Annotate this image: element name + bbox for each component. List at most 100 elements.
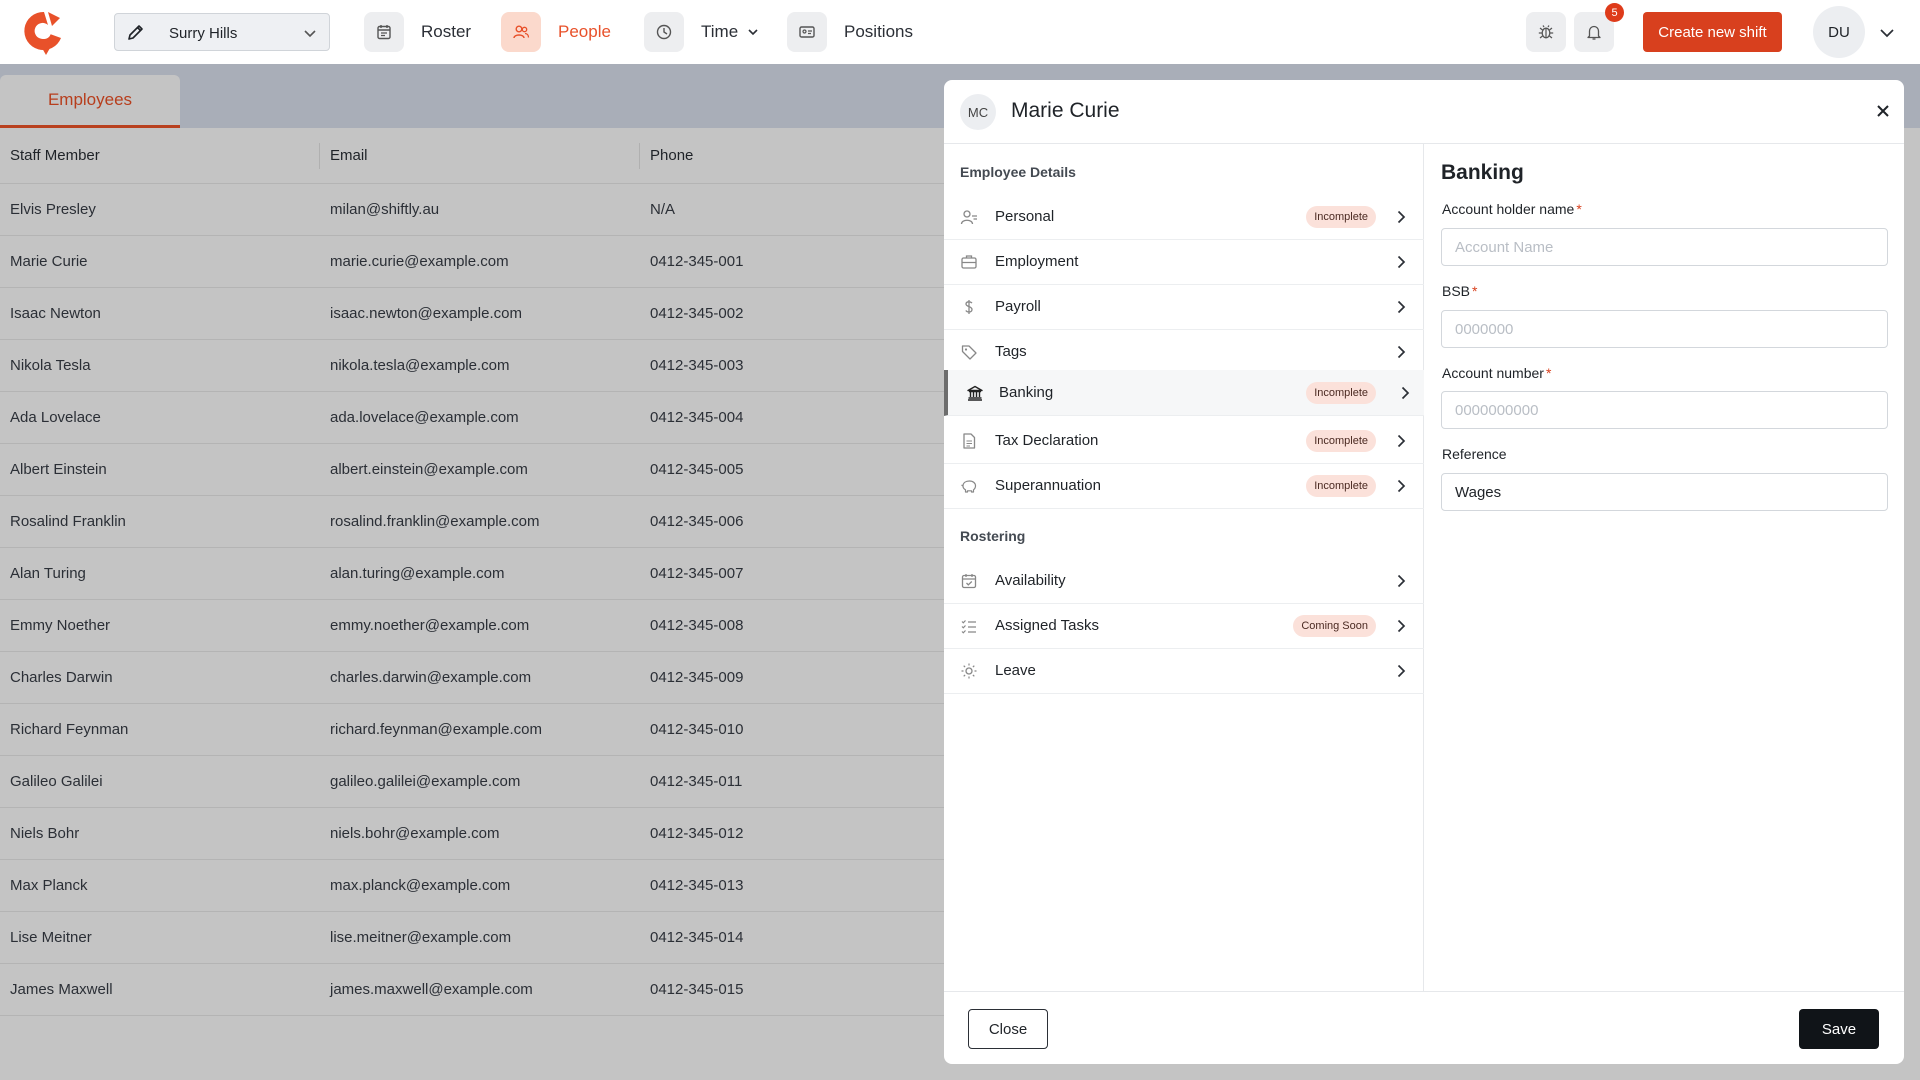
menu-item-assigned-tasks[interactable]: Assigned Tasks Coming Soon <box>944 603 1424 649</box>
chevron-right-icon <box>1397 664 1406 677</box>
email-cell: charles.darwin@example.com <box>330 669 532 686</box>
menu-item-label: Tax Declaration <box>995 432 1099 449</box>
nav-time[interactable]: Time <box>644 12 760 52</box>
email-cell: alan.turing@example.com <box>330 565 505 582</box>
chevron-right-icon <box>1397 479 1406 492</box>
staff-member-cell: Isaac Newton <box>10 305 101 322</box>
table-row[interactable]: Ada Lovelace ada.lovelace@example.com 0412… <box>0 392 944 444</box>
menu-item-personal[interactable]: Personal Incomplete <box>944 194 1424 240</box>
staff-member-cell: Richard Feynman <box>10 721 129 738</box>
staff-member-cell: Elvis Presley <box>10 201 96 218</box>
email-cell: nikola.tesla@example.com <box>330 357 510 374</box>
phone-cell: 0412-345-003 <box>650 357 744 374</box>
nav-people-label: People <box>558 22 611 41</box>
table-row[interactable]: Nikola Tesla nikola.tesla@example.com 0412… <box>0 340 944 392</box>
phone-cell: 0412-345-004 <box>650 409 744 426</box>
table-row[interactable]: Elvis Presley milan@shiftly.au N/A <box>0 184 944 236</box>
menu-item-employment[interactable]: Employment <box>944 239 1424 285</box>
table-row[interactable]: Albert Einstein albert.einstein@example.c… <box>0 444 944 496</box>
menu-item-payroll[interactable]: Payroll <box>944 284 1424 330</box>
id-card-icon <box>799 26 815 38</box>
table-row[interactable]: Richard Feynman richard.feynman@example.c… <box>0 704 944 756</box>
employee-name: Marie Curie <box>1011 99 1120 122</box>
nav-positions[interactable]: Positions <box>787 12 913 52</box>
table-row[interactable]: Charles Darwin charles.darwin@example.com… <box>0 652 944 704</box>
staff-member-cell: Charles Darwin <box>10 669 113 686</box>
phone-cell: 0412-345-005 <box>650 461 744 478</box>
table-row[interactable]: Isaac Newton isaac.newton@example.com 0412… <box>0 288 944 340</box>
menu-item-availability[interactable]: Availability <box>944 558 1424 604</box>
email-cell: max.planck@example.com <box>330 877 511 894</box>
employee-details-modal: MC Marie Curie Employee Details Personal… <box>944 80 1904 1064</box>
tab-employees[interactable]: Employees <box>0 75 180 128</box>
phone-cell: 0412-345-010 <box>650 721 744 738</box>
tag-icon <box>961 344 977 360</box>
menu-item-leave[interactable]: Leave <box>944 648 1424 694</box>
bsb-input[interactable] <box>1441 310 1888 348</box>
menu-item-superannuation[interactable]: Superannuation Incomplete <box>944 463 1424 509</box>
status-badge: Coming Soon <box>1293 614 1376 637</box>
briefcase-icon <box>961 254 977 269</box>
table-row[interactable]: James Maxwell james.maxwell@example.com 04… <box>0 964 944 1016</box>
table-row[interactable]: Max Planck max.planck@example.com 0412-345… <box>0 860 944 912</box>
table-row[interactable]: Galileo Galilei galileo.galilei@example.c… <box>0 756 944 808</box>
location-selector[interactable]: Surry Hills <box>114 13 330 51</box>
table-row[interactable]: Marie Curie marie.curie@example.com 0412-3… <box>0 236 944 288</box>
email-cell: lise.meitner@example.com <box>330 929 512 946</box>
user-avatar[interactable]: DU <box>1813 6 1865 58</box>
menu-item-tags[interactable]: Tags <box>944 329 1424 375</box>
phone-cell: 0412-345-007 <box>650 565 744 582</box>
staff-member-cell: Marie Curie <box>10 253 88 270</box>
location-name: Surry Hills <box>169 25 238 42</box>
bug-report-button[interactable] <box>1526 12 1566 52</box>
chevron-right-icon <box>1401 386 1410 399</box>
menu-item-banking[interactable]: Banking Incomplete <box>944 370 1424 416</box>
menu-item-label: Tags <box>995 343 1027 360</box>
table-row[interactable]: Rosalind Franklin rosalind.franklin@examp… <box>0 496 944 548</box>
app-logo-icon[interactable] <box>22 8 66 56</box>
status-badge: Incomplete <box>1306 381 1376 404</box>
menu-item-label: Availability <box>995 572 1066 589</box>
account-number-label: Account number * <box>1442 365 1552 381</box>
phone-cell: 0412-345-009 <box>650 669 744 686</box>
nav-people[interactable]: People <box>501 12 611 52</box>
employee-sections-menu: Employee Details Personal Incomplete Emplo… <box>944 144 1424 991</box>
column-header-email[interactable]: Email <box>320 128 640 183</box>
staff-member-cell: Galileo Galilei <box>10 773 103 790</box>
account-number-input[interactable] <box>1441 391 1888 429</box>
phone-cell: 0412-345-015 <box>650 981 744 998</box>
menu-item-tax-declaration[interactable]: Tax Declaration Incomplete <box>944 418 1424 464</box>
column-header-staff-member[interactable]: Staff Member <box>0 128 320 183</box>
status-badge: Incomplete <box>1306 205 1376 228</box>
email-cell: niels.bohr@example.com <box>330 825 500 842</box>
menu-item-label: Personal <box>995 208 1055 225</box>
bug-icon <box>1538 25 1554 39</box>
chevron-right-icon <box>1397 434 1406 447</box>
account-holder-input[interactable] <box>1441 228 1888 266</box>
chevron-down-icon[interactable] <box>1878 24 1896 42</box>
table-row[interactable]: Emmy Noether emmy.noether@example.com 0412… <box>0 600 944 652</box>
nav-positions-label: Positions <box>844 22 913 41</box>
reference-input[interactable] <box>1441 473 1888 511</box>
banking-title: Banking <box>1441 161 1524 184</box>
nav-roster[interactable]: Roster <box>364 12 471 52</box>
email-cell: rosalind.franklin@example.com <box>330 513 540 530</box>
menu-item-label: Employment <box>995 253 1079 270</box>
create-new-shift-button[interactable]: Create new shift <box>1643 12 1782 52</box>
table-row[interactable]: Lise Meitner lise.meitner@example.com 0412… <box>0 912 944 964</box>
close-button[interactable]: Close <box>968 1009 1048 1049</box>
table-row[interactable]: Alan Turing alan.turing@example.com 0412-3… <box>0 548 944 600</box>
table-row[interactable]: Niels Bohr niels.bohr@example.com 0412-345… <box>0 808 944 860</box>
phone-cell: 0412-345-002 <box>650 305 744 322</box>
notification-count-badge: 5 <box>1605 3 1624 22</box>
close-icon[interactable] <box>1874 102 1892 120</box>
nav-roster-label: Roster <box>421 22 472 41</box>
email-cell: ada.lovelace@example.com <box>330 409 519 426</box>
menu-item-label: Banking <box>999 384 1054 401</box>
chevron-down-icon <box>748 29 758 36</box>
staff-member-cell: Rosalind Franklin <box>10 513 126 530</box>
chevron-right-icon <box>1397 300 1406 313</box>
column-header-phone[interactable]: Phone <box>640 128 944 183</box>
save-button[interactable]: Save <box>1799 1009 1879 1049</box>
table-body: Elvis Presley milan@shiftly.au N/A Marie Cu… <box>0 184 944 1016</box>
